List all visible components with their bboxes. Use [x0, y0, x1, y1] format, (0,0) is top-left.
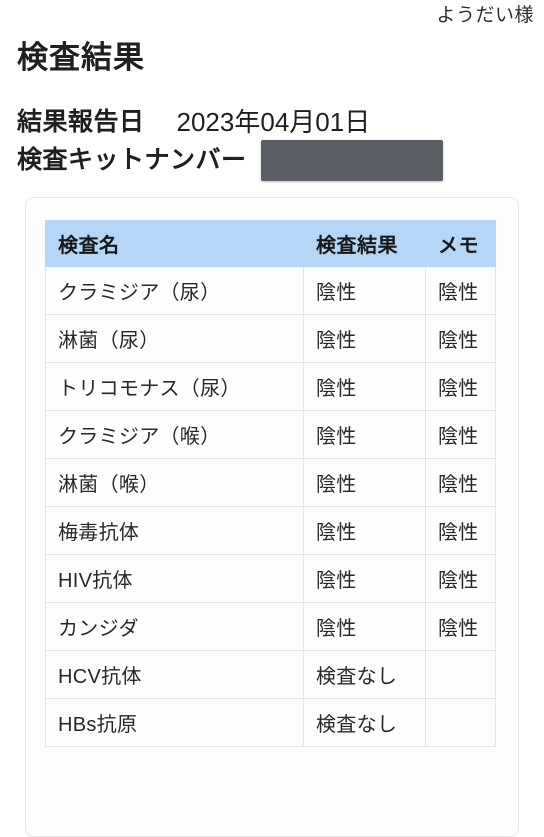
report-date-label: 結果報告日: [17, 107, 145, 136]
cell-result: 陰性: [303, 506, 426, 555]
cell-result: 陰性: [303, 410, 426, 459]
report-date-row: 結果報告日 2023年04月01日: [17, 103, 532, 141]
kit-number-redaction: [260, 139, 443, 181]
table-row: トリコモナス（尿） 陰性 陰性: [45, 362, 496, 411]
cell-memo: 陰性: [425, 266, 496, 315]
kit-number-label: 検査キットナンバー: [17, 145, 247, 174]
cell-memo: 陰性: [425, 314, 496, 363]
cell-name: HBs抗原: [45, 698, 304, 747]
table-body: クラミジア（尿） 陰性 陰性 淋菌（尿） 陰性 陰性 トリコモナス（尿） 陰性 陰性 クラミジア（…: [45, 266, 496, 747]
cell-memo: 陰性: [425, 458, 496, 507]
column-header-memo: メモ: [425, 220, 496, 267]
cell-result: 陰性: [303, 602, 426, 651]
cell-memo: 陰性: [425, 602, 496, 651]
table-row: HIV抗体 陰性 陰性: [45, 554, 496, 603]
table-row: カンジダ 陰性 陰性: [45, 602, 496, 651]
table-row: クラミジア（尿） 陰性 陰性: [45, 266, 496, 315]
cell-name: 淋菌（尿）: [45, 314, 304, 363]
table-row: 淋菌（尿） 陰性 陰性: [45, 314, 496, 363]
cell-result: 検査なし: [303, 698, 426, 747]
cell-result: 陰性: [303, 314, 426, 363]
test-results-table: 検査名 検査結果 メモ クラミジア（尿） 陰性 陰性 淋菌（尿） 陰性 陰性 トリコモナス（…: [45, 220, 496, 747]
table-row: 淋菌（喉） 陰性 陰性: [45, 458, 496, 507]
cell-result: 陰性: [303, 458, 426, 507]
page-title: 検査結果: [17, 40, 145, 75]
cell-memo: 陰性: [425, 506, 496, 555]
cell-name: 淋菌（喉）: [45, 458, 304, 507]
cell-memo: 陰性: [425, 362, 496, 411]
cell-result: 陰性: [303, 266, 426, 315]
table-header-row: 検査名 検査結果 メモ: [45, 220, 496, 267]
cell-result: 検査なし: [303, 650, 426, 699]
cell-name: カンジダ: [45, 602, 304, 651]
cell-name: HIV抗体: [45, 554, 304, 603]
cell-name: トリコモナス（尿）: [45, 362, 304, 411]
cell-memo: [425, 650, 496, 699]
column-header-result: 検査結果: [303, 220, 426, 267]
cell-result: 陰性: [303, 554, 426, 603]
cell-result: 陰性: [303, 362, 426, 411]
result-card: 検査名 検査結果 メモ クラミジア（尿） 陰性 陰性 淋菌（尿） 陰性 陰性 トリコモナス（…: [25, 197, 519, 837]
cell-memo: [425, 698, 496, 747]
cell-name: クラミジア（喉）: [45, 410, 304, 459]
column-header-test-name: 検査名: [45, 220, 304, 267]
user-greeting: ようだい様: [436, 4, 534, 26]
report-date-value: 2023年04月01日: [176, 107, 371, 137]
table-row: HBs抗原 検査なし: [45, 698, 496, 747]
table-head: 検査名 検査結果 メモ: [45, 220, 496, 267]
greeting-bar: ようだい様: [0, 0, 544, 30]
cell-memo: 陰性: [425, 554, 496, 603]
cell-name: 梅毒抗体: [45, 506, 304, 555]
table-row: HCV抗体 検査なし: [45, 650, 496, 699]
table-row: 梅毒抗体 陰性 陰性: [45, 506, 496, 555]
cell-name: クラミジア（尿）: [45, 266, 304, 315]
cell-memo: 陰性: [425, 410, 496, 459]
kit-number-row: 検査キットナンバー: [17, 139, 532, 181]
table-row: クラミジア（喉） 陰性 陰性: [45, 410, 496, 459]
cell-name: HCV抗体: [45, 650, 304, 699]
report-meta: 結果報告日 2023年04月01日 検査キットナンバー: [17, 103, 532, 181]
